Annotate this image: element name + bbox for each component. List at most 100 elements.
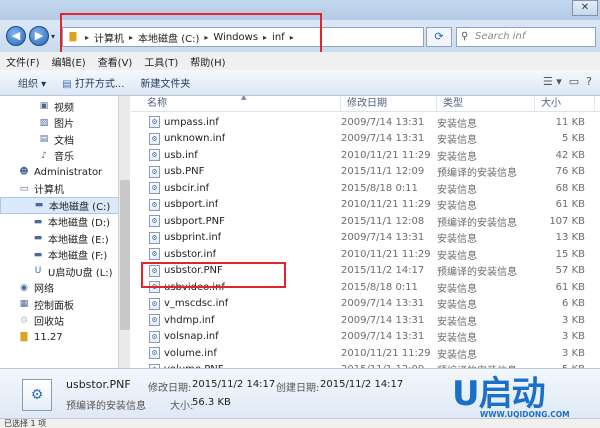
- nav-item[interactable]: ☻ Administrator: [0, 164, 129, 181]
- file-row[interactable]: ⚙ unknown.inf 2009/7/14 13:31 安装信息 5 KB: [131, 131, 600, 148]
- column-name[interactable]: 名称: [131, 96, 341, 112]
- nav-item[interactable]: ▦ 控制面板: [0, 296, 129, 313]
- nav-item-label: 本地磁盘 (C:): [49, 201, 111, 213]
- nav-item[interactable]: U U启动U盘 (L:): [0, 263, 129, 280]
- drive-icon: ▬: [33, 216, 43, 227]
- close-icon: ✕: [580, 2, 590, 13]
- organize-button[interactable]: 组织 ▾: [0, 75, 54, 90]
- details-file-type: 预编译的安装信息: [66, 401, 146, 412]
- nav-item-label: 音乐: [54, 152, 74, 164]
- details-file-name: usbstor.PNF: [66, 378, 131, 391]
- file-row[interactable]: ⚙ usbport.PNF 2015/11/1 12:08 预编译的安装信息 107 K…: [131, 213, 600, 230]
- file-row[interactable]: ⚙ umpass.inf 2009/7/14 13:31 安装信息 11 KB: [131, 114, 600, 131]
- file-row[interactable]: ⚙ volume.inf 2010/11/21 11:29 安装信息 3 KB: [131, 345, 600, 362]
- file-name-cell: ⚙ usbprint.inf: [131, 231, 341, 244]
- file-date: 2015/8/18 0:11: [341, 182, 418, 194]
- nav-item[interactable]: ◉ 网络: [0, 280, 129, 297]
- forward-button[interactable]: ▶: [29, 26, 49, 46]
- file-date: 2009/7/14 13:31: [341, 331, 425, 343]
- file-name: vhdmp.inf: [164, 314, 215, 326]
- column-type[interactable]: 类型: [437, 96, 535, 112]
- file-size: 42 KB: [555, 149, 585, 161]
- folder-icon: ▇: [20, 332, 28, 343]
- file-type: 安装信息: [437, 300, 477, 312]
- file-size: 13 KB: [555, 232, 585, 244]
- open-with-button[interactable]: ▤ 打开方式...: [54, 75, 132, 90]
- menu-edit[interactable]: 编辑(E): [46, 54, 92, 69]
- file-date: 2010/11/21 11:29: [341, 347, 431, 359]
- inf-file-icon: ⚙: [149, 215, 160, 228]
- column-size[interactable]: 大小: [535, 96, 595, 112]
- menu-view[interactable]: 查看(V): [92, 54, 139, 69]
- nav-item[interactable]: ▇ 11.27: [0, 329, 129, 346]
- file-name: usb.PNF: [164, 166, 205, 178]
- file-type: 预编译的安装信息: [437, 168, 517, 180]
- inf-file-icon: ⚙: [149, 248, 160, 261]
- navigation-scrollbar[interactable]: [118, 96, 130, 368]
- close-button[interactable]: ✕: [572, 0, 598, 16]
- file-date: 2015/11/2 14:17: [341, 265, 425, 277]
- file-size: 11 KB: [555, 116, 585, 128]
- nav-item[interactable]: ▤ 文档: [0, 131, 129, 148]
- file-size: 3 KB: [562, 331, 585, 343]
- nav-item[interactable]: ▬ 本地磁盘 (C:): [0, 197, 129, 214]
- file-name-cell: ⚙ volume.inf: [131, 347, 341, 360]
- file-size: 5 KB: [562, 133, 585, 145]
- file-name: volsnap.inf: [164, 331, 219, 343]
- document-icon: ▤: [39, 134, 49, 145]
- file-name-cell: ⚙ usbstor.inf: [131, 248, 341, 261]
- nav-item[interactable]: ▬ 本地磁盘 (D:): [0, 214, 129, 231]
- recent-pages-dropdown[interactable]: ▾: [51, 32, 55, 41]
- file-name-cell: ⚙ usb.inf: [131, 149, 341, 162]
- image-icon: ▨: [39, 117, 49, 128]
- new-folder-button[interactable]: 新建文件夹: [132, 75, 198, 90]
- arrow-left-icon: ◀: [11, 29, 21, 42]
- file-date: 2009/7/14 13:31: [341, 298, 425, 310]
- highlight-box-address: [60, 13, 322, 55]
- command-bar: 组织 ▾ ▤ 打开方式... 新建文件夹 ☰ ▾ ▭ ?: [0, 70, 600, 96]
- inf-file-icon: ⚙: [149, 314, 160, 327]
- file-row[interactable]: ⚙ usbcir.inf 2015/8/18 0:11 安装信息 68 KB: [131, 180, 600, 197]
- file-row[interactable]: ⚙ usbport.inf 2010/11/21 11:29 安装信息 61 KB: [131, 197, 600, 214]
- file-row[interactable]: ⚙ usbstor.inf 2010/11/21 11:29 安装信息 15 KB: [131, 246, 600, 263]
- file-row[interactable]: ⚙ v_mscdsc.inf 2009/7/14 13:31 安装信息 6 KB: [131, 296, 600, 313]
- view-options-icon[interactable]: ☰ ▾ ▭ ?: [543, 75, 592, 88]
- inf-file-icon: ⚙: [149, 297, 160, 310]
- file-row[interactable]: ⚙ volsnap.inf 2009/7/14 13:31 安装信息 3 KB: [131, 329, 600, 346]
- file-row[interactable]: ⚙ usb.inf 2010/11/21 11:29 安装信息 42 KB: [131, 147, 600, 164]
- file-type: 安装信息: [437, 151, 477, 163]
- nav-item[interactable]: ▬ 本地磁盘 (F:): [0, 247, 129, 264]
- file-date: 2009/7/14 13:31: [341, 133, 425, 145]
- file-type: 安装信息: [437, 201, 477, 213]
- file-size: 3 KB: [562, 314, 585, 326]
- menu-tools[interactable]: 工具(T): [138, 54, 184, 69]
- column-date[interactable]: 修改日期: [341, 96, 437, 112]
- modified-label: 修改日期:: [148, 383, 192, 394]
- nav-item[interactable]: ♪ 音乐: [0, 148, 129, 165]
- refresh-button[interactable]: ⟳: [426, 27, 452, 47]
- menu-help[interactable]: 帮助(H): [184, 54, 231, 69]
- search-icon: ⚲: [461, 31, 469, 42]
- scrollbar-thumb[interactable]: [120, 180, 130, 330]
- file-name-cell: ⚙ usbcir.inf: [131, 182, 341, 195]
- nav-item[interactable]: ▭ 计算机: [0, 181, 129, 198]
- file-name: usbstor.inf: [164, 248, 217, 260]
- search-input[interactable]: ⚲ Search inf: [456, 27, 596, 47]
- nav-item[interactable]: ▨ 图片: [0, 115, 129, 132]
- size-label: 大小:: [170, 401, 194, 412]
- file-row[interactable]: ⚙ usb.PNF 2015/11/1 12:09 预编译的安装信息 76 KB: [131, 164, 600, 181]
- inf-file-icon: ⚙: [149, 116, 160, 129]
- nav-item[interactable]: ▣ 视频: [0, 98, 129, 115]
- nav-item[interactable]: ♲ 回收站: [0, 313, 129, 330]
- nav-item-label: 图片: [54, 119, 74, 131]
- drive-icon: ▬: [33, 233, 43, 244]
- file-name: usbprint.inf: [164, 232, 222, 244]
- file-row[interactable]: ⚙ vhdmp.inf 2009/7/14 13:31 安装信息 3 KB: [131, 312, 600, 329]
- file-row[interactable]: ⚙ usbprint.inf 2009/7/14 13:31 安装信息 13 KB: [131, 230, 600, 247]
- menu-file[interactable]: 文件(F): [0, 54, 46, 69]
- nav-item[interactable]: ▬ 本地磁盘 (E:): [0, 230, 129, 247]
- nav-item-label: 控制面板: [34, 300, 74, 312]
- back-button[interactable]: ◀: [6, 26, 26, 46]
- usb-drive-icon: U: [34, 266, 42, 277]
- nav-item-label: 11.27: [34, 331, 63, 343]
